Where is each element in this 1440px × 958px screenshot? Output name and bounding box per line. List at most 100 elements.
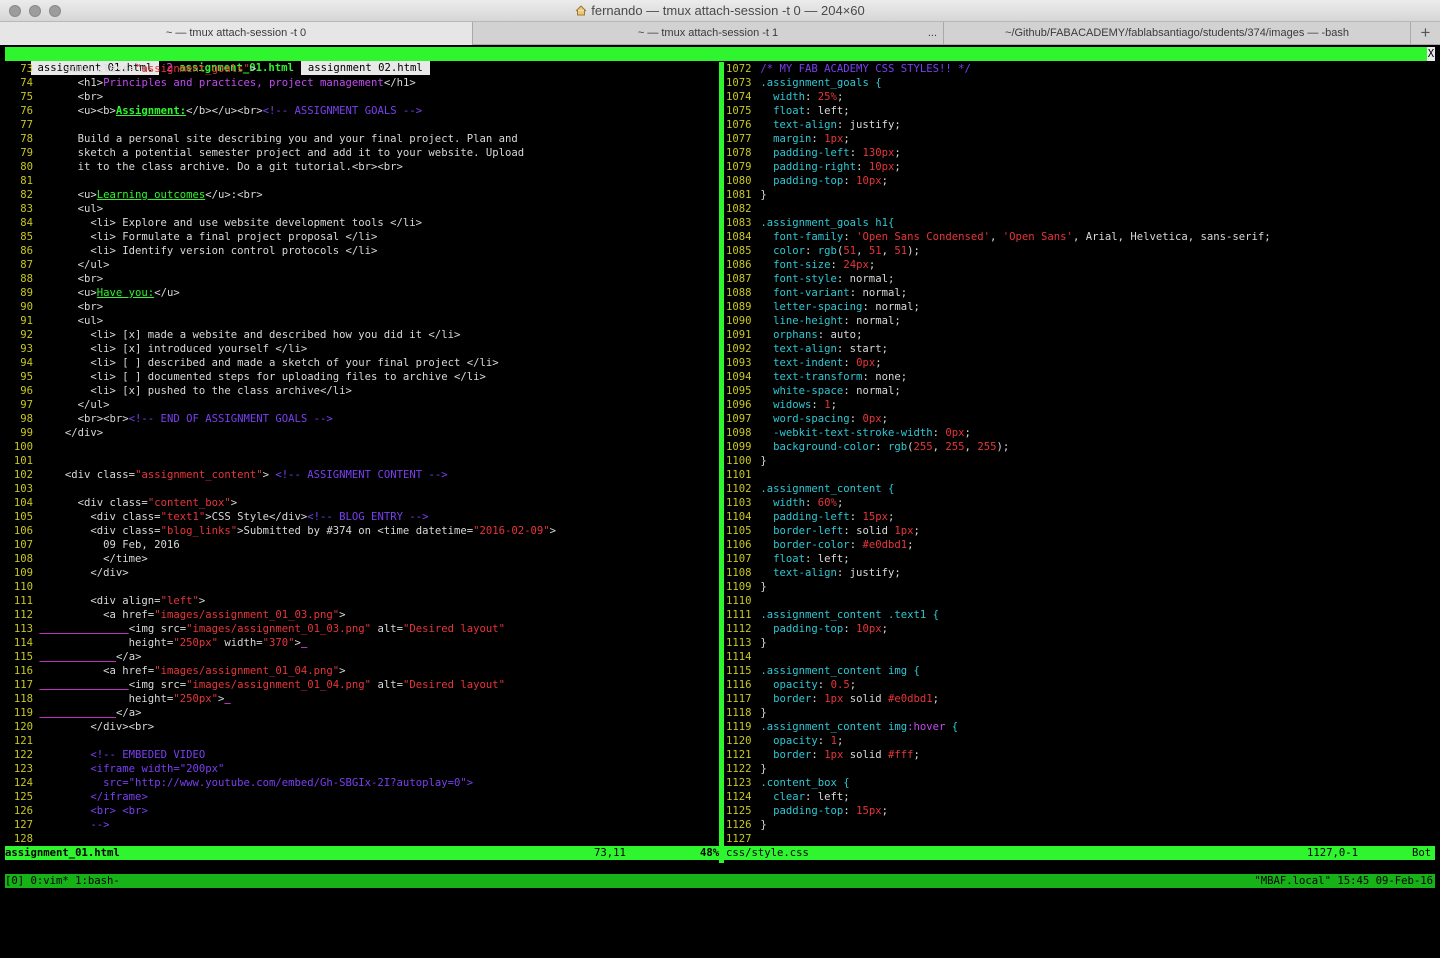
- code-line: 86 <li> Identify version control protoco…: [5, 244, 718, 258]
- code-line: 1118 }: [726, 706, 1436, 720]
- line-text: }: [754, 819, 767, 831]
- line-number: 113: [13, 623, 33, 635]
- line-text: width: 60%;: [773, 497, 844, 509]
- line-text: <br>: [33, 273, 104, 285]
- line-text: <!-- EMBEDED VIDEO: [90, 749, 206, 761]
- line-text: white-space: normal;: [773, 385, 901, 397]
- line-text: font-family: 'Open Sans Condensed', 'Ope…: [773, 231, 1271, 243]
- code-line: 104 <div class="content_box">: [5, 496, 718, 510]
- line-text: }: [754, 637, 767, 649]
- line-number: 1094: [726, 371, 752, 383]
- code-line: 108 </time>: [5, 552, 718, 566]
- line-number: 73: [20, 63, 33, 75]
- code-line: 1082: [726, 202, 1436, 216]
- code-line: 98 <br><br><!-- END OF ASSIGNMENT GOALS …: [5, 412, 718, 426]
- editor-pane-css[interactable]: 1072 /* MY FAB ACADEMY CSS STYLES!! */10…: [726, 62, 1436, 846]
- line-number: 1126: [726, 819, 752, 831]
- line-text: <ul>: [33, 203, 104, 215]
- code-line: 1079 padding-right: 10px;: [726, 160, 1436, 174]
- line-text: .assignment_content img {: [760, 665, 920, 677]
- line-number: 116: [13, 665, 33, 677]
- line-number: 106: [13, 525, 33, 537]
- code-line: 89 <u>Have you:</u>: [5, 286, 718, 300]
- editor-pane-html[interactable]: 73 <div class="assignment_goals"> 74 <h1>…: [5, 62, 718, 846]
- window-title: fernando — tmux attach-session -t 0 — 20…: [591, 3, 865, 18]
- line-number: 111: [13, 595, 33, 607]
- line-text: text-align: justify;: [773, 119, 901, 131]
- tab-tmux-session-0[interactable]: ~ — tmux attach-session -t 0: [0, 22, 473, 45]
- code-line: 87 </ul>: [5, 258, 718, 272]
- right-status-filename: css/style.css: [726, 847, 809, 859]
- line-text: 09 Feb, 2016: [33, 539, 180, 551]
- line-text: text-align: start;: [773, 343, 888, 355]
- tmux-window-list[interactable]: [0] 0:vim* 1:bash-: [5, 874, 120, 888]
- line-text: }: [754, 763, 767, 775]
- code-line: 1102 .assignment_content {: [726, 482, 1436, 496]
- code-line: 1097 word-spacing: 0px;: [726, 412, 1436, 426]
- line-text: src="http://www.youtube.com/embed/Gh-SBG…: [39, 777, 474, 789]
- line-number: 81: [20, 175, 33, 187]
- code-line: 1083 .assignment_goals h1{: [726, 216, 1436, 230]
- line-number: 1104: [726, 511, 752, 523]
- code-line: 1104 padding-left: 15px;: [726, 510, 1436, 524]
- code-line: 1073 .assignment_goals {: [726, 76, 1436, 90]
- line-number: 1120: [726, 735, 752, 747]
- line-number: 82: [20, 189, 33, 201]
- code-line: 1077 margin: 1px;: [726, 132, 1436, 146]
- line-number: 76: [20, 105, 33, 117]
- line-text: <iframe width="200px": [39, 763, 225, 775]
- line-text: .assignment_content .text1 {: [760, 609, 939, 621]
- line-text: <li> [ ] described and made a sketch of …: [33, 357, 499, 369]
- line-text: padding-top: 10px;: [773, 623, 888, 635]
- line-number: 122: [13, 749, 33, 761]
- code-line: 1072 /* MY FAB ACADEMY CSS STYLES!! */: [726, 62, 1436, 76]
- line-text: [754, 595, 760, 607]
- code-line: 1089 letter-spacing: normal;: [726, 300, 1436, 314]
- code-line: 90 <br>: [5, 300, 718, 314]
- line-text: width: 25%;: [773, 91, 844, 103]
- code-line: 1088 font-variant: normal;: [726, 286, 1436, 300]
- line-number: 89: [20, 287, 33, 299]
- tab-tmux-session-1[interactable]: ~ — tmux attach-session -t 1...: [473, 22, 944, 45]
- line-number: 1086: [726, 259, 752, 271]
- line-number: 101: [13, 455, 33, 467]
- line-text: .assignment_content {: [760, 483, 895, 495]
- line-number: 85: [20, 231, 33, 243]
- code-line: 1124 clear: left;: [726, 790, 1436, 804]
- line-number: 1078: [726, 147, 752, 159]
- code-line: 109 </div>: [5, 566, 718, 580]
- line-text: .content_box {: [760, 777, 850, 789]
- line-number: 75: [20, 91, 33, 103]
- code-line: 73 <div class="assignment_goals">: [5, 62, 718, 76]
- code-line: 1074 width: 25%;: [726, 90, 1436, 104]
- line-text: opacity: 0.5;: [773, 679, 857, 691]
- code-line: 1080 padding-top: 10px;: [726, 174, 1436, 188]
- line-number: 1118: [726, 707, 752, 719]
- code-line: 105 <div class="text1">CSS Style</div><!…: [5, 510, 718, 524]
- line-number: 1109: [726, 581, 752, 593]
- line-number: 1117: [726, 693, 752, 705]
- tmux-status-bar: [0] 0:vim* 1:bash- "MBAF.local" 15:45 09…: [5, 874, 1435, 888]
- line-text: /* MY FAB ACADEMY CSS STYLES!! */: [760, 63, 971, 75]
- line-text: [33, 581, 39, 593]
- code-line: 1101: [726, 468, 1436, 482]
- line-number: 126: [13, 805, 33, 817]
- code-line: 1091 orphans: auto;: [726, 328, 1436, 342]
- line-text: orphans: auto;: [773, 329, 863, 341]
- code-line: 1113 }: [726, 636, 1436, 650]
- code-line: 1127: [726, 832, 1436, 846]
- line-text: <u>Have you:</u>: [33, 287, 180, 299]
- code-line: 106 <div class="blog_links">Submitted by…: [5, 524, 718, 538]
- code-line: 1119 .assignment_content img:hover {: [726, 720, 1436, 734]
- tab-label: ~ — tmux attach-session -t 0: [165, 27, 307, 39]
- terminal-area[interactable]: assignment 01.html 2 assignment_01.html as…: [0, 45, 1440, 900]
- line-text: </iframe>: [39, 791, 148, 803]
- line-number: 119: [13, 707, 33, 719]
- line-text: text-transform: none;: [773, 371, 908, 383]
- close-buffer-button[interactable]: X: [1427, 47, 1435, 61]
- line-text: <img src="images/assignment_01_04.png" a…: [128, 679, 506, 691]
- line-text: opacity: 1;: [773, 735, 844, 747]
- new-tab-button[interactable]: +: [1411, 22, 1440, 44]
- pane-divider[interactable]: [719, 62, 724, 863]
- tab-bash-images[interactable]: ~/Github/FABACADEMY/fablabsantiago/stude…: [944, 22, 1411, 45]
